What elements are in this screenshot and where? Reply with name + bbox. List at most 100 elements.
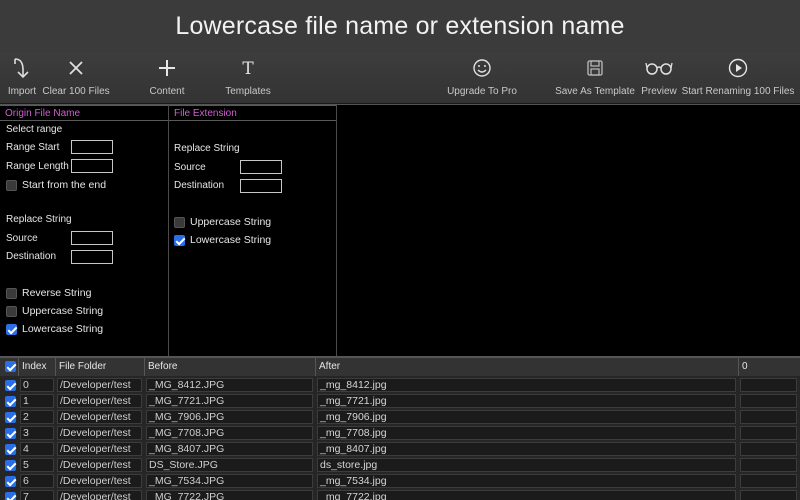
folder-cell: /Developer/test bbox=[57, 458, 142, 472]
reverse-string-checkbox[interactable] bbox=[6, 288, 17, 299]
uppercase-string-checkbox[interactable] bbox=[6, 306, 17, 317]
before-cell: _MG_7534.JPG bbox=[146, 474, 313, 488]
before-column-header[interactable]: Before bbox=[144, 358, 315, 376]
close-icon bbox=[67, 52, 85, 84]
table-row[interactable]: 1/Developer/test _MG_7721.JPG _mg_7721.jpg bbox=[0, 393, 800, 409]
after-column-header[interactable]: After bbox=[315, 358, 738, 376]
smiley-icon bbox=[472, 52, 492, 84]
index-cell: 1 bbox=[20, 394, 54, 408]
ext-lowercase-label: Lowercase String bbox=[190, 234, 272, 246]
import-label: Import bbox=[7, 86, 37, 97]
range-length-label: Range Length bbox=[6, 161, 69, 172]
start-renaming-button[interactable]: Start Renaming 100 Files bbox=[682, 52, 794, 104]
ext-replace-string-heading: Replace String bbox=[174, 143, 240, 154]
row-checkbox[interactable] bbox=[5, 444, 16, 455]
file-table: Index File Folder Before After 0 0/Devel… bbox=[0, 356, 800, 500]
empty-rule-area bbox=[337, 105, 800, 357]
after-cell: _mg_7906.jpg bbox=[317, 410, 736, 424]
ext-source-input[interactable] bbox=[240, 160, 282, 174]
origin-file-name-panel: Origin File Name Select range Range Star… bbox=[0, 105, 169, 357]
reverse-string-label: Reverse String bbox=[22, 287, 92, 299]
extra-column-header[interactable]: 0 bbox=[738, 358, 800, 376]
after-cell: _mg_7722.jpg bbox=[317, 490, 736, 500]
ext-lowercase-checkbox[interactable] bbox=[174, 235, 185, 246]
destination-input[interactable] bbox=[71, 250, 113, 264]
text-t-icon: T bbox=[239, 52, 257, 84]
start-from-end-checkbox[interactable] bbox=[6, 180, 17, 191]
after-cell: _mg_7534.jpg bbox=[317, 474, 736, 488]
row-checkbox[interactable] bbox=[5, 476, 16, 487]
row-checkbox[interactable] bbox=[5, 380, 16, 391]
folder-cell: /Developer/test bbox=[57, 474, 142, 488]
upgrade-button[interactable]: Upgrade To Pro bbox=[446, 52, 518, 104]
content-button[interactable]: Content bbox=[148, 52, 186, 104]
folder-cell: /Developer/test bbox=[57, 378, 142, 392]
select-range-heading: Select range bbox=[6, 124, 63, 135]
index-cell: 3 bbox=[20, 426, 54, 440]
before-cell: _MG_7722.JPG bbox=[146, 490, 313, 500]
index-column-header[interactable]: Index bbox=[18, 358, 55, 376]
range-start-label: Range Start bbox=[6, 142, 60, 153]
folder-column-header[interactable]: File Folder bbox=[55, 358, 144, 376]
extra-cell bbox=[740, 410, 797, 424]
table-row[interactable]: 7/Developer/test _MG_7722.JPG _mg_7722.jpg bbox=[0, 489, 800, 500]
ext-destination-input[interactable] bbox=[240, 179, 282, 193]
extra-cell bbox=[740, 378, 797, 392]
after-cell: _mg_7721.jpg bbox=[317, 394, 736, 408]
templates-label: Templates bbox=[225, 86, 271, 97]
start-from-end-label: Start from the end bbox=[22, 179, 107, 191]
glasses-icon bbox=[645, 52, 673, 84]
upgrade-label: Upgrade To Pro bbox=[447, 86, 517, 97]
source-label: Source bbox=[6, 233, 38, 244]
lowercase-string-checkbox[interactable] bbox=[6, 324, 17, 335]
clear-files-button[interactable]: Clear 100 Files bbox=[42, 52, 110, 104]
row-checkbox[interactable] bbox=[5, 412, 16, 423]
ext-uppercase-checkbox[interactable] bbox=[174, 217, 185, 228]
table-row[interactable]: 3/Developer/test _MG_7708.JPG _mg_7708.jpg bbox=[0, 425, 800, 441]
range-start-input[interactable] bbox=[71, 140, 113, 154]
save-template-button[interactable]: Save As Template bbox=[555, 52, 635, 104]
extra-cell bbox=[740, 394, 797, 408]
toolbar: Import Clear 100 Files Content T Templat… bbox=[0, 52, 800, 104]
banner-title: Lowercase file name or extension name bbox=[175, 11, 625, 40]
row-checkbox[interactable] bbox=[5, 428, 16, 439]
source-input[interactable] bbox=[71, 231, 113, 245]
preview-label: Preview bbox=[641, 86, 677, 97]
before-cell: _MG_7906.JPG bbox=[146, 410, 313, 424]
folder-cell: /Developer/test bbox=[57, 426, 142, 440]
row-checkbox[interactable] bbox=[5, 396, 16, 407]
row-checkbox[interactable] bbox=[5, 492, 16, 500]
replace-string-heading: Replace String bbox=[6, 214, 72, 225]
table-row[interactable]: 5/Developer/test DS_Store.JPG ds_store.jpg bbox=[0, 457, 800, 473]
start-label: Start Renaming 100 Files bbox=[681, 86, 795, 97]
select-all-checkbox[interactable] bbox=[5, 361, 16, 372]
table-row[interactable]: 2/Developer/test _MG_7906.JPG _mg_7906.jpg bbox=[0, 409, 800, 425]
uppercase-string-label: Uppercase String bbox=[22, 305, 104, 317]
row-checkbox[interactable] bbox=[5, 460, 16, 471]
extra-cell bbox=[740, 490, 797, 500]
before-cell: _MG_7721.JPG bbox=[146, 394, 313, 408]
before-cell: _MG_8412.JPG bbox=[146, 378, 313, 392]
plus-icon bbox=[157, 52, 177, 84]
import-button[interactable]: Import bbox=[6, 52, 38, 104]
file-extension-panel: File Extension Replace String Source Des… bbox=[169, 105, 337, 357]
before-cell: _MG_8407.JPG bbox=[146, 442, 313, 456]
preview-button[interactable]: Preview bbox=[640, 52, 678, 104]
table-header: Index File Folder Before After 0 bbox=[0, 358, 800, 376]
clear-label: Clear 100 Files bbox=[42, 86, 110, 97]
ext-source-label: Source bbox=[174, 162, 206, 173]
before-cell: DS_Store.JPG bbox=[146, 458, 313, 472]
after-cell: _mg_8407.jpg bbox=[317, 442, 736, 456]
table-row[interactable]: 4/Developer/test _MG_8407.JPG _mg_8407.jpg bbox=[0, 441, 800, 457]
extension-panel-title: File Extension bbox=[169, 105, 336, 121]
range-length-input[interactable] bbox=[71, 159, 113, 173]
extra-cell bbox=[740, 458, 797, 472]
templates-button[interactable]: T Templates bbox=[224, 52, 272, 104]
table-row[interactable]: 0/Developer/test _MG_8412.JPG _mg_8412.jpg bbox=[0, 377, 800, 393]
content-label: Content bbox=[149, 86, 185, 97]
index-cell: 6 bbox=[20, 474, 54, 488]
table-row[interactable]: 6/Developer/test _MG_7534.JPG _mg_7534.jpg bbox=[0, 473, 800, 489]
index-cell: 7 bbox=[20, 490, 54, 500]
folder-cell: /Developer/test bbox=[57, 410, 142, 424]
after-cell: _mg_8412.jpg bbox=[317, 378, 736, 392]
